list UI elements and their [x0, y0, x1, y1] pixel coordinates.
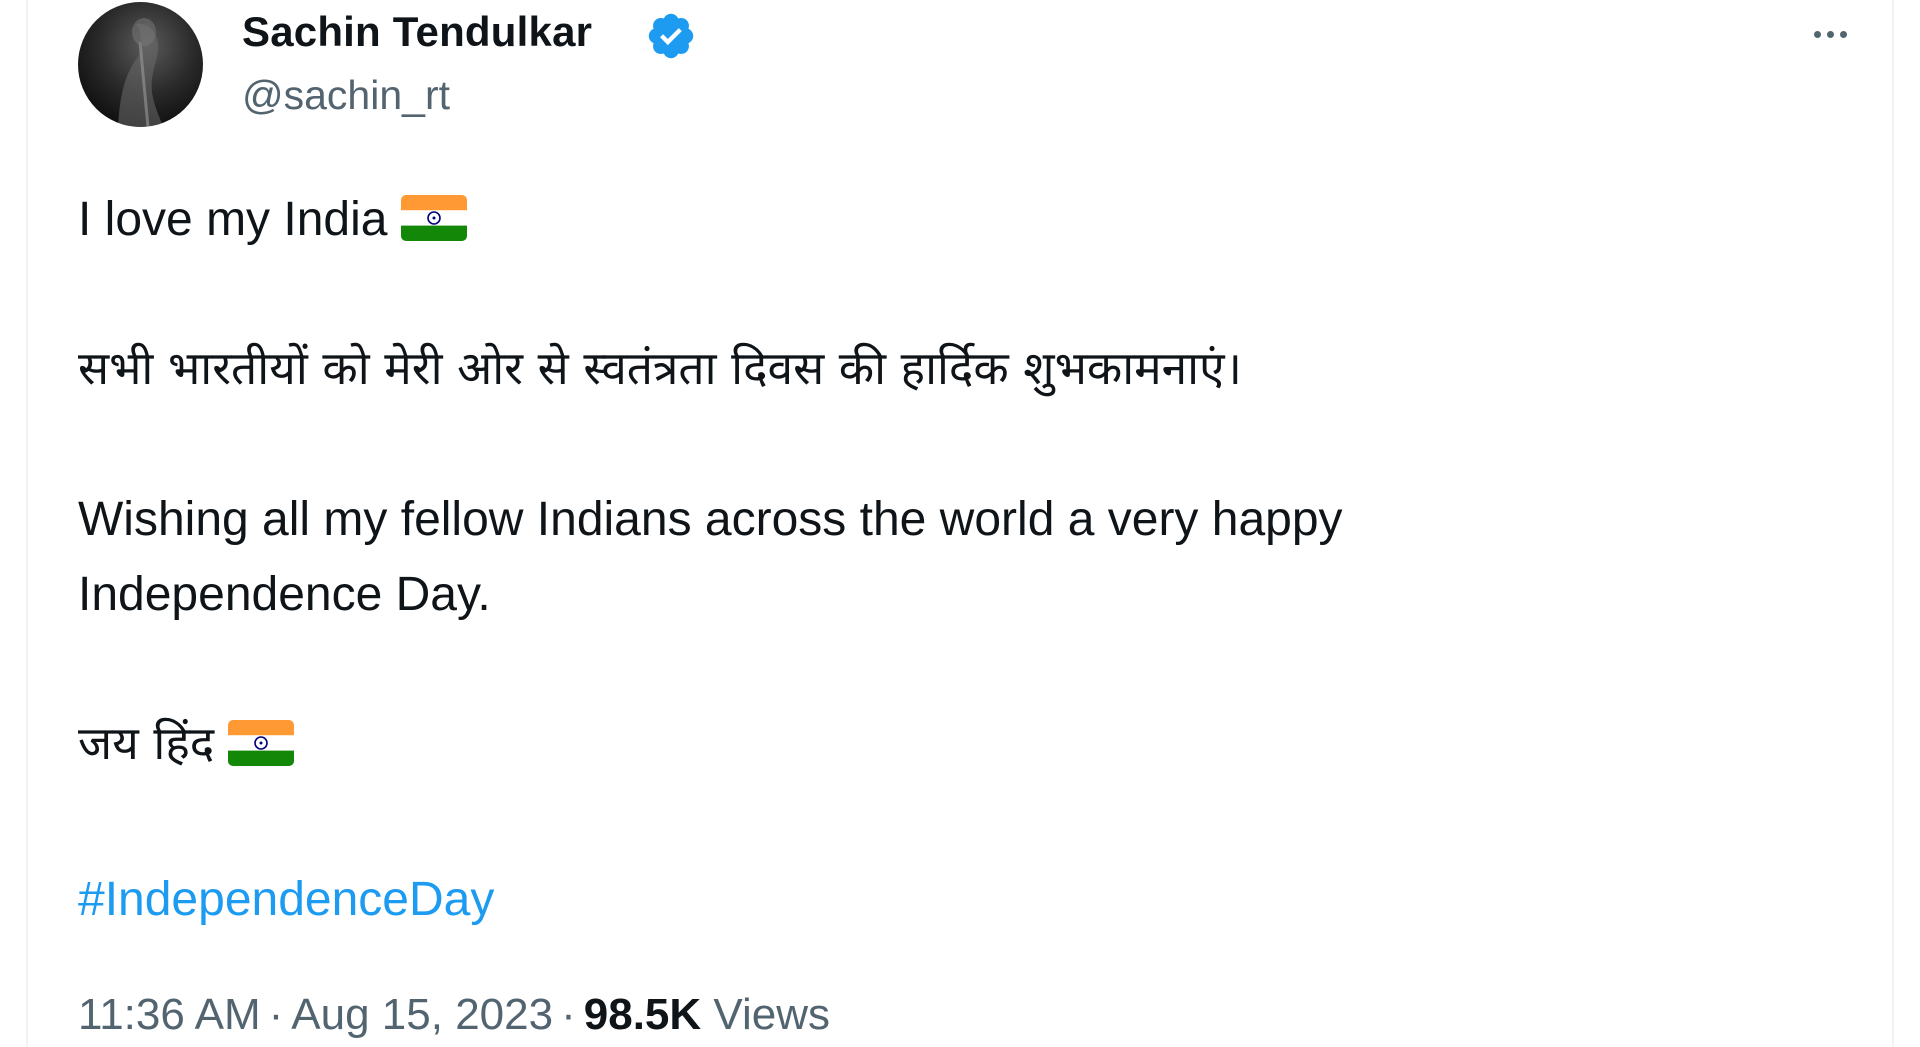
tweet-text-line: Wishing all my fellow Indians across the… [78, 493, 1343, 546]
tweet-text-line: Independence Day. [78, 568, 491, 621]
india-flag-icon [401, 195, 468, 242]
tweet-text-line: I love my India [78, 190, 468, 250]
india-flag-icon [228, 719, 295, 766]
more-dot [1826, 30, 1834, 38]
tweet-time[interactable]: 11:36 AM [78, 990, 261, 1039]
author-name[interactable]: Sachin Tendulkar [242, 8, 592, 56]
views-count[interactable]: 98.5K [584, 990, 701, 1039]
tweet-text-hindi: सभी भारतीयों को मेरी ओर से स्वतंत्रता दि… [78, 341, 1242, 395]
verified-badge-icon [645, 10, 697, 62]
separator: · [561, 990, 576, 1039]
separator: · [268, 990, 284, 1039]
tweet-text-line: जय हिंद [78, 715, 295, 773]
author-handle[interactable]: @sachin_rt [242, 72, 450, 119]
more-dot [1813, 30, 1821, 38]
tweet-metadata: 11:36 AM · Aug 15, 2023 · 98.5K Views [78, 990, 830, 1040]
views-label: Views [713, 990, 830, 1039]
more-dot [1839, 30, 1847, 38]
hashtag-link[interactable]: #IndependenceDay [78, 872, 494, 927]
tweet-text: I love my India [78, 193, 388, 246]
tweet-date[interactable]: Aug 15, 2023 [291, 990, 553, 1039]
tweet-text-hindi: जय हिंद [78, 716, 215, 770]
avatar[interactable] [78, 2, 203, 127]
more-options-icon[interactable] [1800, 20, 1860, 48]
